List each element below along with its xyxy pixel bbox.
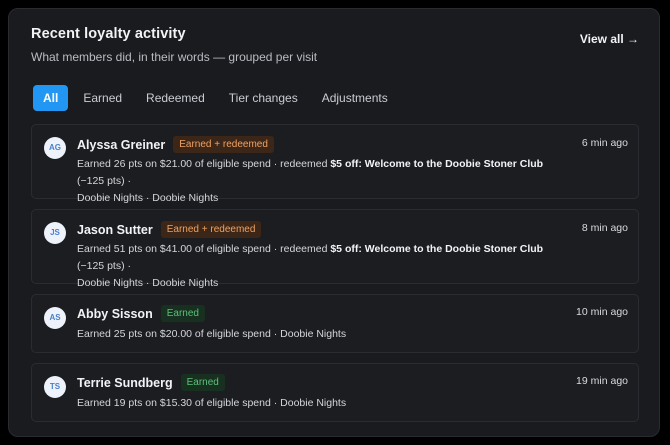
panel-subtitle: What members did, in their words — group…	[31, 50, 318, 64]
avatar: AG	[44, 137, 66, 159]
reward-cost: (−125 pts) ·	[77, 260, 131, 272]
activity-header: Alyssa Greiner Earned + redeemed	[77, 136, 274, 153]
tab-earned[interactable]: Earned	[74, 85, 131, 111]
tab-all[interactable]: All	[33, 85, 69, 111]
activity-item[interactable]: AG Alyssa Greiner Earned + redeemed 6 mi…	[31, 124, 639, 204]
activity-time: 19 min ago	[576, 375, 628, 387]
tab-tier-changes[interactable]: Tier changes	[220, 85, 307, 111]
activity-item[interactable]: JS Jason Sutter Earned + redeemed 8 min …	[31, 209, 639, 289]
activity-detail: Earned 51 pts on $41.00 of eligible spen…	[77, 241, 548, 292]
activity-time: 6 min ago	[581, 137, 628, 149]
status-badge: Earned	[160, 305, 205, 322]
status-badge: Earned	[180, 374, 225, 391]
tab-adjustments[interactable]: Adjustments	[313, 85, 397, 111]
member-name: Alyssa Greiner	[77, 137, 166, 152]
member-name: Jason Sutter	[77, 222, 153, 237]
tab-redeemed[interactable]: Redeemed	[137, 85, 214, 111]
member-name: Abby Sisson	[77, 306, 153, 321]
panel-title: Recent loyalty activity	[31, 26, 186, 42]
activity-detail: Earned 19 pts on $15.30 of eligible spen…	[77, 397, 347, 409]
activity-time: 10 min ago	[576, 306, 628, 318]
activity-item[interactable]: TS Terrie Sundberg Earned 19 min ago Ear…	[31, 363, 639, 422]
status-badge: Earned + redeemed	[173, 136, 274, 153]
member-name: Terrie Sundberg	[77, 375, 173, 390]
view-all-link[interactable]: View all →	[580, 32, 639, 46]
avatar: AS	[44, 307, 66, 329]
reward-name: $5 off: Welcome to the Doobie Stoner Clu…	[330, 243, 544, 255]
location-text: Doobie Nights · Doobie Nights	[77, 192, 219, 204]
activity-header: Abby Sisson Earned	[77, 305, 205, 322]
panel-header: Recent loyalty activity What members did…	[31, 26, 639, 64]
activity-item[interactable]: AS Abby Sisson Earned 10 min ago Earned …	[31, 294, 639, 353]
loyalty-activity-panel: Recent loyalty activity What members did…	[8, 8, 660, 437]
avatar: JS	[44, 222, 66, 244]
activity-header: Jason Sutter Earned + redeemed	[77, 221, 262, 238]
activity-detail: Earned 26 pts on $21.00 of eligible spen…	[77, 156, 548, 207]
reward-cost: (−125 pts) ·	[77, 175, 131, 187]
activity-header: Terrie Sundberg Earned	[77, 374, 225, 391]
status-badge: Earned + redeemed	[160, 221, 262, 238]
activity-detail: Earned 25 pts on $20.00 of eligible spen…	[77, 328, 347, 340]
reward-name: $5 off: Welcome to the Doobie Stoner Clu…	[330, 158, 544, 170]
activity-time: 8 min ago	[581, 222, 628, 234]
filter-tabs: All Earned Redeemed Tier changes Adjustm…	[33, 85, 397, 111]
earned-text: Earned 26 pts on $21.00 of eligible spen…	[77, 158, 331, 170]
avatar: TS	[44, 376, 66, 398]
earned-text: Earned 51 pts on $41.00 of eligible spen…	[77, 243, 331, 255]
location-text: Doobie Nights · Doobie Nights	[77, 277, 219, 289]
